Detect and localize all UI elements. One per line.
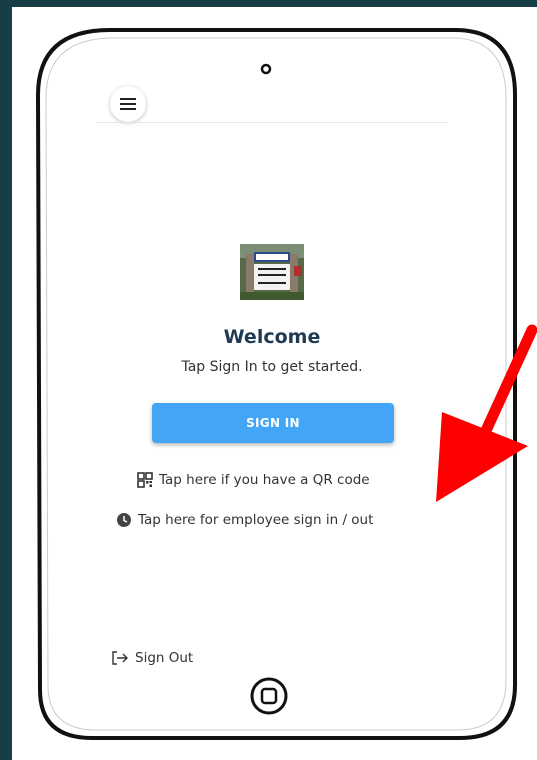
page-subtitle: Tap Sign In to get started. [181, 359, 363, 375]
vfw-logo-image [240, 244, 304, 300]
qr-code-link-label: Tap here if you have a QR code [159, 472, 370, 488]
employee-sign-link-label: Tap here for employee sign in / out [138, 512, 374, 528]
sign-out-link[interactable]: Sign Out [111, 650, 193, 666]
sign-in-button[interactable]: SIGN IN [152, 403, 394, 443]
employee-sign-link[interactable]: Tap here for employee sign in / out [116, 512, 373, 528]
home-button-icon[interactable] [249, 676, 289, 716]
clock-icon [116, 512, 132, 528]
page-title: Welcome [223, 326, 321, 348]
sign-out-label: Sign Out [135, 650, 194, 666]
camera-icon [260, 63, 272, 75]
hamburger-menu-icon [120, 98, 136, 110]
hamburger-menu-button[interactable] [110, 86, 146, 122]
qr-code-icon [137, 472, 153, 488]
header-divider [96, 122, 448, 123]
red-arrow-annotation [436, 324, 537, 502]
sign-out-icon [111, 650, 129, 666]
app-screen: Welcome Tap Sign In to get started. SIGN… [96, 78, 448, 680]
qr-code-link[interactable]: Tap here if you have a QR code [137, 472, 370, 488]
